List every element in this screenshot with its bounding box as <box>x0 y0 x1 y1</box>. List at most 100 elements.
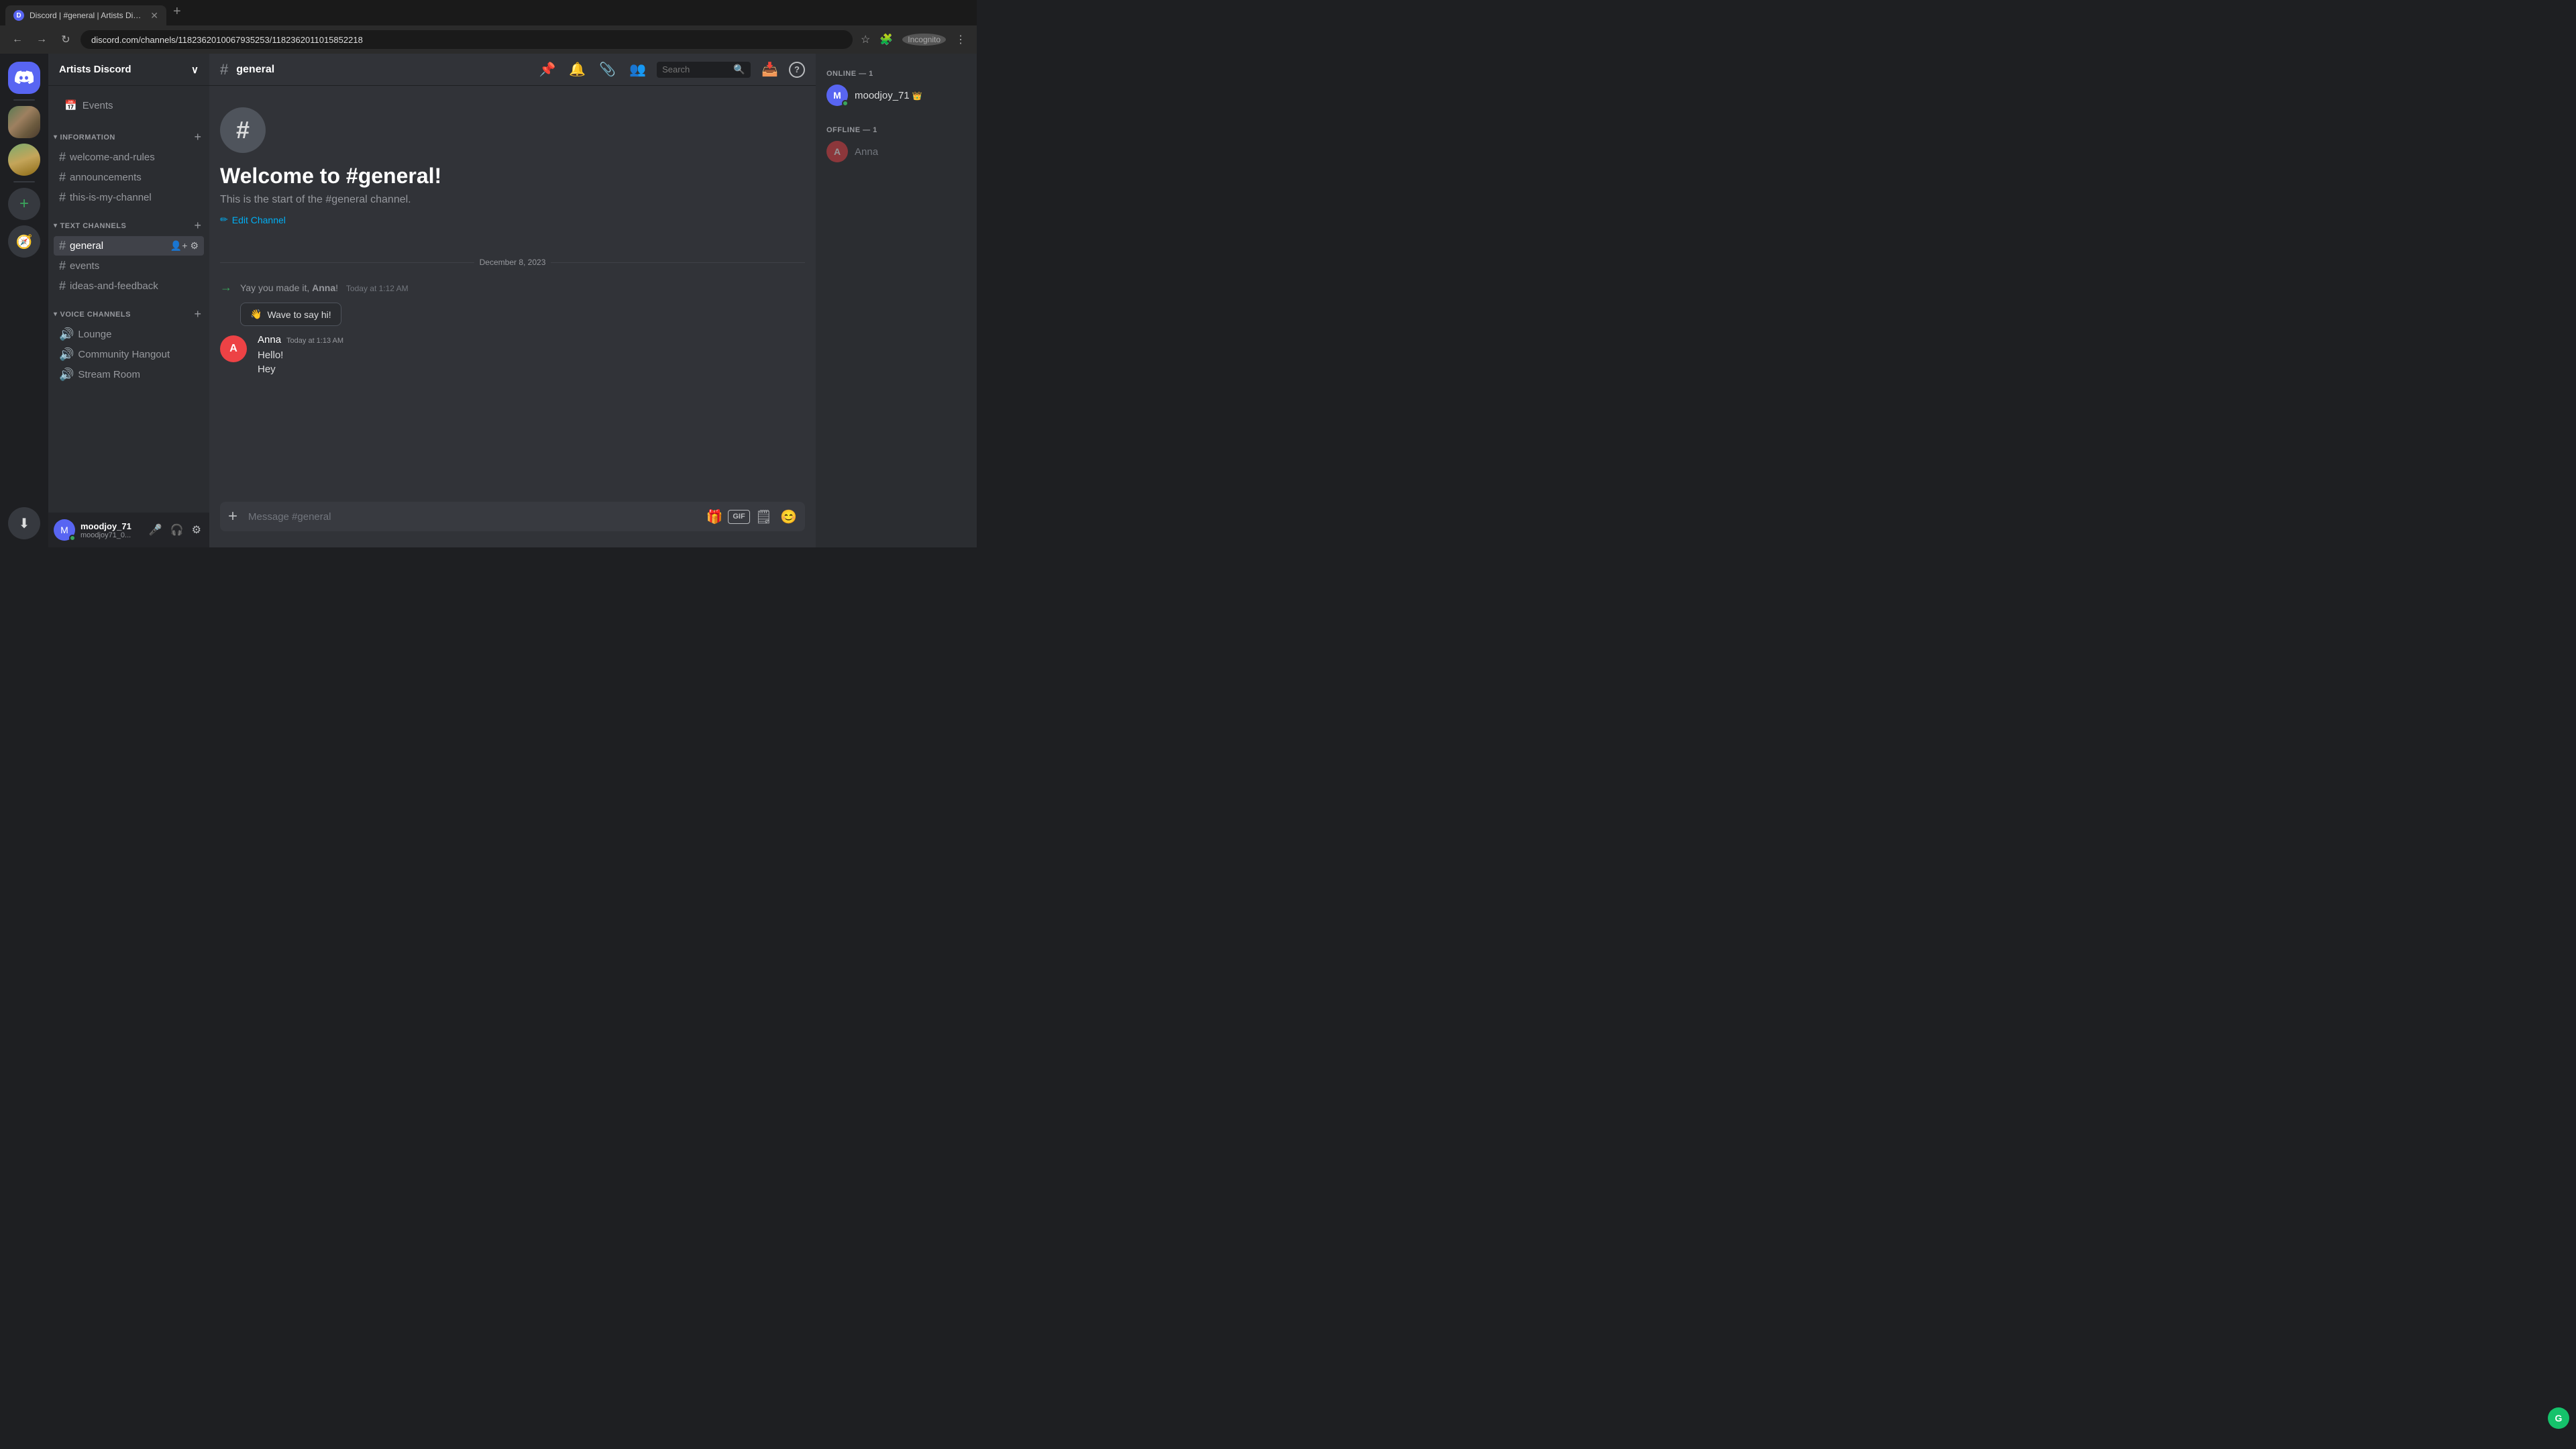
reload-btn[interactable]: ↻ <box>56 30 75 49</box>
tab-close-btn[interactable]: ✕ <box>150 10 158 21</box>
channel-general[interactable]: # general 👤+ ⚙ <box>54 236 204 256</box>
messages-area[interactable]: # Welcome to #general! This is the start… <box>209 86 816 502</box>
user-area: M moodjoy_71 moodjoy71_0... 🎤 🎧 ⚙ <box>48 513 209 547</box>
settings-icon[interactable]: ⚙ <box>190 240 199 252</box>
message-timestamp: Today at 1:13 AM <box>286 337 343 345</box>
welcome-title: Welcome to #general! <box>220 164 441 189</box>
input-add-btn[interactable]: + <box>223 503 243 530</box>
channel-name: welcome-and-rules <box>70 152 199 163</box>
search-bar-container[interactable]: 🔍 <box>657 62 751 78</box>
members-btn[interactable]: 👥 <box>627 58 649 80</box>
hash-icon-2: # <box>59 170 66 184</box>
star-btn[interactable]: ☆ <box>858 30 873 49</box>
speaker-icon: 🔊 <box>59 327 74 341</box>
new-tab-btn[interactable]: + <box>168 4 186 19</box>
member-moodjoy[interactable]: M moodjoy_71 👑 <box>821 80 971 110</box>
category-text-channels: ▾ TEXT CHANNELS + <box>48 208 209 235</box>
forward-btn[interactable]: → <box>32 30 51 49</box>
discover-btn[interactable]: 🧭 <box>8 225 40 258</box>
download-btn[interactable]: ⬇ <box>8 507 40 539</box>
server-divider <box>13 99 35 101</box>
address-input[interactable] <box>80 30 853 49</box>
browser-tab[interactable]: D Discord | #general | Artists Disco... … <box>5 5 166 25</box>
hash-icon: # <box>59 150 66 164</box>
browser-chrome: D Discord | #general | Artists Disco... … <box>0 0 977 54</box>
mute-btn[interactable]: 🎤 <box>146 521 165 539</box>
menu-btn[interactable]: ⋮ <box>953 30 969 49</box>
category-text-channels-label[interactable]: ▾ TEXT CHANNELS <box>54 222 126 230</box>
add-channel-btn-information[interactable]: + <box>191 130 204 144</box>
events-item[interactable]: 📅 Events <box>54 94 204 117</box>
help-btn[interactable]: ? <box>789 62 805 78</box>
system-arrow-icon: → <box>220 280 232 294</box>
add-server-btn[interactable]: + <box>8 188 40 220</box>
welcome-desc: This is the start of the #general channe… <box>220 194 411 206</box>
sticker-btn[interactable]: 🗒 <box>753 506 775 528</box>
offline-section-label: OFFLINE — 1 <box>821 121 971 137</box>
emoji-btn[interactable]: 😊 <box>777 506 800 528</box>
channel-ideas[interactable]: # ideas-and-feedback <box>54 276 204 296</box>
channel-name-lounge: Lounge <box>78 329 199 340</box>
message-1: A Anna Today at 1:13 AM Hello! Hey <box>209 331 816 379</box>
back-btn[interactable]: ← <box>8 30 27 49</box>
category-information-label[interactable]: ▾ INFORMATION <box>54 133 115 142</box>
channel-hash-icon: # <box>220 61 228 78</box>
deafen-btn[interactable]: 🎧 <box>168 521 186 539</box>
channel-name-stream: Stream Room <box>78 369 199 380</box>
gift-btn[interactable]: 🎁 <box>703 506 725 528</box>
user-controls: 🎤 🎧 ⚙ <box>146 521 204 539</box>
member-avatar-anna: A <box>826 141 848 162</box>
add-channel-btn-voice[interactable]: + <box>191 307 204 321</box>
category-voice-channels-label[interactable]: ▾ VOICE CHANNELS <box>54 311 131 319</box>
server-icon-artists[interactable] <box>8 106 40 138</box>
channel-name-hangout: Community Hangout <box>78 349 199 360</box>
user-avatar: M <box>54 519 75 541</box>
wave-label: Wave to say hi! <box>267 309 331 320</box>
message-line-1: Hello! <box>258 348 805 362</box>
member-anna[interactable]: A Anna <box>821 137 971 166</box>
channel-community-hangout[interactable]: 🔊 Community Hangout <box>54 345 204 364</box>
add-member-icon[interactable]: 👤+ <box>170 240 188 252</box>
grammarly-btn[interactable]: G <box>2548 1407 2569 1429</box>
channel-announcements[interactable]: # announcements <box>54 168 204 187</box>
wave-btn[interactable]: 👋 Wave to say hi! <box>240 303 341 326</box>
extension-btn[interactable]: 🧩 <box>877 30 896 49</box>
profile-btn[interactable]: Incognito <box>900 31 949 48</box>
edit-channel-btn[interactable]: ✏ Edit Channel <box>220 214 286 225</box>
chevron-icon: ▾ <box>54 133 58 141</box>
user-settings-btn[interactable]: ⚙ <box>189 521 204 539</box>
search-input[interactable] <box>662 64 729 74</box>
gif-btn[interactable]: GIF <box>728 510 749 524</box>
channel-lounge[interactable]: 🔊 Lounge <box>54 325 204 344</box>
inbox-btn[interactable]: 📥 <box>759 58 781 80</box>
category-information: ▾ INFORMATION + <box>48 119 209 147</box>
bookmark-btn[interactable]: 📎 <box>596 58 619 80</box>
message-header: Anna Today at 1:13 AM <box>258 334 805 345</box>
pin-btn[interactable]: 📌 <box>536 58 558 80</box>
browser-actions: ☆ 🧩 Incognito ⋮ <box>858 30 969 49</box>
bell-btn[interactable]: 🔔 <box>566 58 588 80</box>
welcome-icon: # <box>220 107 266 153</box>
channel-stream-room[interactable]: 🔊 Stream Room <box>54 365 204 384</box>
channel-welcome-and-rules[interactable]: # welcome-and-rules <box>54 148 204 167</box>
events-label: Events <box>83 100 113 111</box>
server-dropdown-icon: ∨ <box>191 64 199 76</box>
hash-icon-6: # <box>59 279 66 293</box>
message-input-field[interactable] <box>248 504 698 530</box>
channel-sidebar: Artists Discord ∨ 📅 Events ▾ INFORMATION… <box>48 54 209 547</box>
server-list: + 🧭 ⬇ <box>0 54 48 547</box>
channel-this-is-my-channel[interactable]: # this-is-my-channel <box>54 188 204 207</box>
search-icon: 🔍 <box>733 64 745 75</box>
channel-name-3: this-is-my-channel <box>70 192 199 203</box>
user-info: moodjoy_71 moodjoy71_0... <box>80 521 141 539</box>
add-channel-btn-text[interactable]: + <box>191 219 204 233</box>
channel-name-general: general <box>70 240 166 252</box>
server-icon-2[interactable] <box>8 144 40 176</box>
message-input-area: + 🎁 GIF 🗒 😊 <box>209 502 816 547</box>
chevron-icon-2: ▾ <box>54 222 58 229</box>
channel-events[interactable]: # events <box>54 256 204 276</box>
hash-icon-4: # <box>59 239 66 253</box>
server-header[interactable]: Artists Discord ∨ <box>48 54 209 86</box>
member-avatar-moodjoy: M <box>826 85 848 106</box>
discord-home-icon[interactable] <box>8 62 40 94</box>
